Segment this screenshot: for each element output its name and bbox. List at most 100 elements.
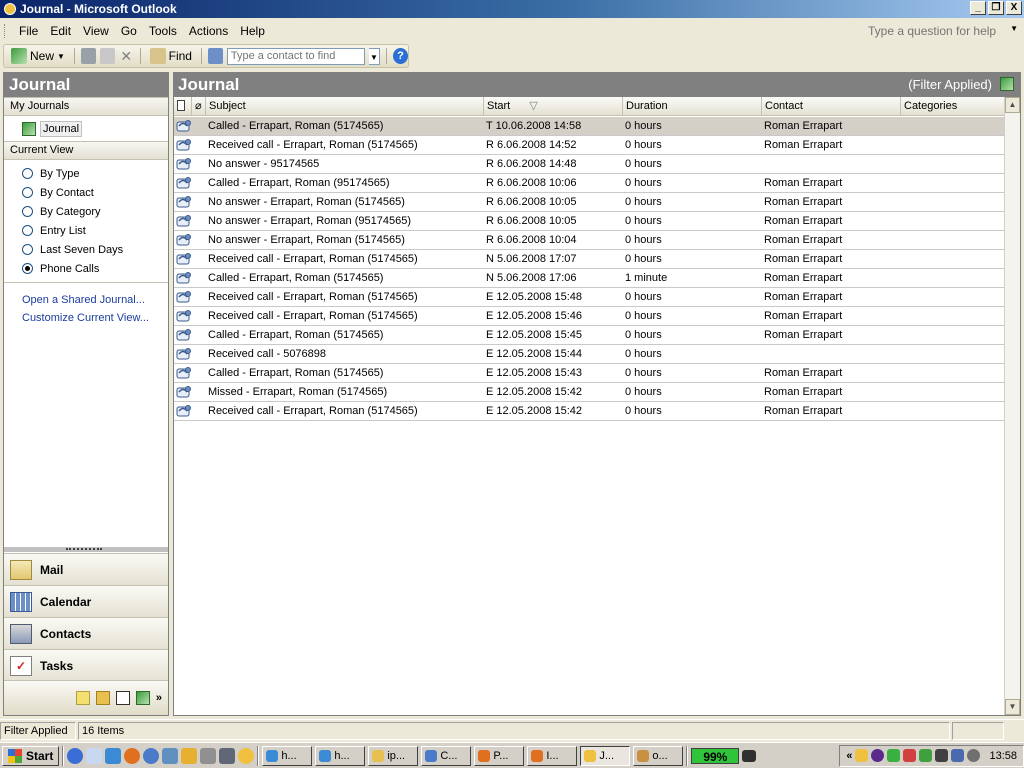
menu-view[interactable]: View [77, 24, 115, 38]
view-option-by-contact[interactable]: By Contact [4, 183, 168, 202]
radio-button[interactable] [22, 244, 33, 255]
journal-entry-row[interactable]: Received call - 5076898 E 12.05.2008 15:4… [174, 345, 1004, 364]
printer-icon[interactable] [219, 747, 236, 764]
tray-expand-icon[interactable]: « [846, 750, 852, 762]
minimize-button[interactable]: _ [970, 1, 986, 15]
chevron-down-icon[interactable]: ▼ [1010, 24, 1018, 33]
current-view-header[interactable]: Current View [4, 141, 168, 160]
calendar-nav-button[interactable]: Calendar [4, 585, 168, 617]
taskbar-window-ie-2[interactable]: h... [315, 745, 366, 766]
view-option-entry-list[interactable]: Entry List [4, 221, 168, 240]
my-journals-header[interactable]: My Journals [4, 97, 168, 116]
menu-grip[interactable] [4, 24, 7, 38]
journal-entry-row[interactable]: Called - Errapart, Roman (5174565) T 10.0… [174, 117, 1004, 136]
journal-entry-row[interactable]: Called - Errapart, Roman (95174565) R 6.0… [174, 174, 1004, 193]
taskbar-window-journal[interactable]: J... [580, 745, 631, 766]
taskbar-window-ie-1[interactable]: h... [262, 745, 313, 766]
taskbar-window-folder[interactable]: ip... [368, 745, 419, 766]
power-plug-icon[interactable] [742, 749, 757, 762]
menu-file[interactable]: File [13, 24, 44, 38]
move-to-folder-icon[interactable] [99, 48, 115, 64]
calculator-icon[interactable] [162, 747, 179, 764]
journal-icon[interactable] [135, 691, 150, 705]
quicklaunch-document-icon[interactable] [86, 747, 103, 764]
journal-entry-row[interactable]: Received call - Errapart, Roman (5174565… [174, 136, 1004, 155]
radio-button[interactable] [22, 187, 33, 198]
chevron-down-icon[interactable]: ▼ [57, 52, 65, 61]
radio-button[interactable] [22, 168, 33, 179]
tool-icon[interactable] [181, 747, 198, 764]
display-icon[interactable] [935, 749, 949, 762]
new-button[interactable]: New ▼ [8, 46, 68, 66]
journal-entry-row[interactable]: Called - Errapart, Roman (5174565) N 5.06… [174, 269, 1004, 288]
radio-button[interactable] [22, 206, 33, 217]
journal-folder-item[interactable]: Journal [4, 116, 168, 141]
subject-column-header[interactable]: Subject [206, 97, 484, 115]
categories-column-header[interactable]: Categories [901, 97, 1004, 115]
duration-column-header[interactable]: Duration [623, 97, 762, 115]
journal-entry-row[interactable]: Received call - Errapart, Roman (5174565… [174, 288, 1004, 307]
radio-button[interactable] [22, 225, 33, 236]
help-icon[interactable]: ? [393, 48, 408, 64]
menu-help[interactable]: Help [234, 24, 271, 38]
scroll-down-button[interactable]: ▼ [1005, 699, 1020, 715]
delete-icon[interactable]: ✕ [119, 48, 134, 64]
notes-icon[interactable] [75, 691, 90, 705]
address-book-icon[interactable] [207, 48, 223, 64]
vertical-scrollbar[interactable]: ▲ ▼ [1004, 97, 1020, 715]
chevron-down-icon[interactable]: ▼ [368, 47, 381, 65]
view-option-last-seven-days[interactable]: Last Seven Days [4, 240, 168, 259]
journal-entry-row[interactable]: Missed - Errapart, Roman (5174565) E 12.0… [174, 383, 1004, 402]
journal-entry-row[interactable]: Received call - Errapart, Roman (5174565… [174, 250, 1004, 269]
ask-question-input[interactable] [868, 22, 1018, 40]
taskbar-window-c[interactable]: C... [421, 745, 472, 766]
shortcuts-icon[interactable] [115, 691, 130, 705]
journal-entry-row[interactable]: Received call - Errapart, Roman (5174565… [174, 307, 1004, 326]
print-icon[interactable] [80, 48, 96, 64]
scroll-up-button[interactable]: ▲ [1005, 97, 1020, 113]
journal-entry-row[interactable]: Received call - Errapart, Roman (5174565… [174, 402, 1004, 421]
journal-entry-row[interactable]: No answer - Errapart, Roman (95174565) R … [174, 212, 1004, 231]
messenger-icon[interactable] [919, 749, 933, 762]
menu-edit[interactable]: Edit [44, 24, 77, 38]
taskbar-window-firefox-1[interactable]: P... [474, 745, 525, 766]
shield-icon[interactable] [887, 749, 901, 762]
facebook-icon[interactable] [871, 749, 885, 762]
icon-column-header[interactable] [174, 97, 192, 115]
security-icon[interactable] [903, 749, 917, 762]
network-icon[interactable] [951, 749, 965, 762]
mail-nav-button[interactable]: Mail [4, 553, 168, 585]
journal-entry-row[interactable]: No answer - Errapart, Roman (5174565) R 6… [174, 193, 1004, 212]
open-shared-journal-link[interactable]: Open a Shared Journal... [4, 291, 168, 309]
outlook-icon[interactable] [238, 747, 255, 764]
start-button[interactable]: Start [2, 745, 60, 766]
contact-column-header[interactable]: Contact [762, 97, 901, 115]
view-option-by-category[interactable]: By Category [4, 202, 168, 221]
outlook-tray-icon[interactable] [855, 749, 869, 762]
tasks-nav-button[interactable]: ✓ Tasks [4, 649, 168, 681]
view-option-phone-calls[interactable]: Phone Calls [4, 259, 168, 278]
taskbar-window-o[interactable]: o... [633, 745, 684, 766]
journal-entry-row[interactable]: Called - Errapart, Roman (5174565) E 12.0… [174, 364, 1004, 383]
taskbar-window-firefox-2[interactable]: I... [527, 745, 578, 766]
journal-entry-row[interactable]: No answer - 95174565 R 6.06.2008 14:48 0 h… [174, 155, 1004, 174]
quicklaunch-app-icon[interactable] [67, 747, 84, 764]
folder-list-icon[interactable] [95, 691, 110, 705]
network-icon[interactable] [200, 747, 217, 764]
volume-icon[interactable] [967, 749, 981, 762]
thunderbird-icon[interactable] [143, 747, 160, 764]
view-option-by-type[interactable]: By Type [4, 164, 168, 183]
configure-buttons-icon[interactable]: » [156, 692, 162, 704]
restore-button[interactable]: ❐ [988, 1, 1004, 15]
customize-view-link[interactable]: Customize Current View... [4, 309, 168, 327]
attachment-column-header[interactable]: ⌀ [192, 97, 206, 115]
internet-explorer-icon[interactable] [105, 747, 122, 764]
start-column-header[interactable]: Start ▽ [484, 97, 623, 115]
journal-entry-row[interactable]: No answer - Errapart, Roman (5174565) R 6… [174, 231, 1004, 250]
firefox-icon[interactable] [124, 747, 141, 764]
radio-button-selected[interactable] [22, 263, 33, 274]
find-contact-input[interactable] [226, 47, 365, 65]
journal-entry-row[interactable]: Called - Errapart, Roman (5174565) E 12.0… [174, 326, 1004, 345]
close-button[interactable]: X [1006, 1, 1022, 15]
menu-actions[interactable]: Actions [183, 24, 234, 38]
